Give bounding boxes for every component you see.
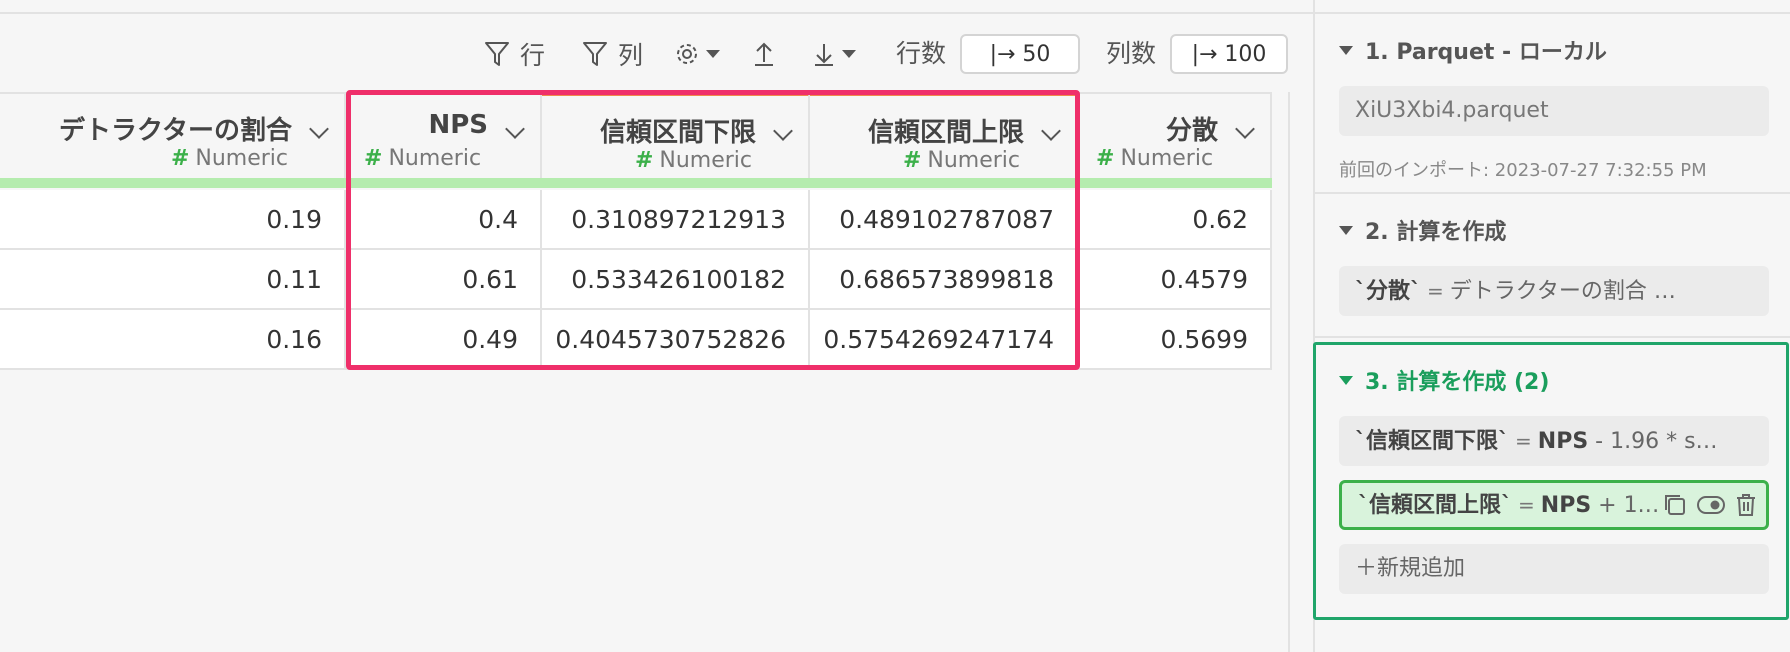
grid-toolbar: 行 列 行数 |→ 50 列数 |→ 100 (0, 30, 1313, 76)
divider (1315, 336, 1790, 338)
settings-menu-button[interactable] (674, 34, 720, 74)
caret-down-icon (706, 50, 720, 58)
chevron-down-icon[interactable] (773, 121, 793, 141)
table-cell[interactable]: 0.489102787087 (810, 190, 1078, 250)
caret-down-icon (1339, 45, 1353, 55)
chevron-down-icon[interactable] (309, 119, 329, 139)
step-1-file-field[interactable]: XiU3Xbi4.parquet (1339, 86, 1769, 136)
column-title: 分散 (1165, 116, 1218, 146)
caret-down-icon (842, 50, 856, 58)
top-divider (0, 12, 1313, 14)
column-filter-label: 列 (618, 41, 644, 70)
numeric-type-icon: # (364, 146, 383, 171)
table-cell[interactable]: 0.4045730752826 (542, 310, 810, 370)
row-count-input[interactable]: |→ 50 (960, 34, 1080, 74)
table-cell[interactable]: 0.4 (346, 190, 542, 250)
grid-edge (1288, 92, 1290, 652)
table-cell[interactable]: 0.49 (346, 310, 542, 370)
data-grid-area: 行 列 行数 |→ 50 列数 |→ 100 デトラクターの割合 # Numer… (0, 0, 1313, 652)
column-type: # Numeric (902, 148, 1020, 173)
column-type: # Numeric (1096, 146, 1214, 171)
filter-icon (485, 42, 509, 66)
caret-down-icon (1339, 225, 1353, 235)
column-title: 信頼区間下限 (599, 118, 756, 148)
chevron-down-icon[interactable] (505, 119, 525, 139)
column-count-input[interactable]: |→ 100 (1170, 34, 1288, 74)
divider (1315, 12, 1790, 14)
column-quality-bar (1078, 178, 1272, 188)
numeric-type-icon: # (634, 148, 654, 173)
table-cell[interactable]: 0.19 (0, 190, 346, 250)
column-title: NPS (428, 110, 488, 140)
table-cell[interactable]: 0.62 (1078, 190, 1272, 250)
download-menu-button[interactable] (812, 34, 856, 74)
filter-icon (583, 42, 607, 66)
column-header[interactable]: NPS # Numeric (346, 92, 542, 178)
column-count-label: 列数 (1106, 39, 1157, 68)
chevron-down-icon[interactable] (1235, 119, 1255, 139)
divider (1315, 192, 1790, 194)
numeric-type-icon: # (1096, 146, 1115, 171)
table-cell[interactable]: 0.310897212913 (542, 190, 810, 250)
step-2-calc-item[interactable]: `分散` = デトラクターの割合 … (1339, 266, 1769, 316)
step-1-import-time: 前回のインポート: 2023-07-27 7:32:55 PM (1339, 160, 1707, 181)
table-cell[interactable]: 0.11 (0, 250, 346, 310)
table-cell[interactable]: 0.16 (0, 310, 346, 370)
table-cell[interactable]: 0.533426100182 (542, 250, 810, 310)
step-1-title[interactable]: 1. Parquet - ローカル (1339, 34, 1607, 66)
column-header[interactable]: 信頼区間上限 # Numeric (810, 92, 1078, 178)
gear-icon (677, 44, 697, 64)
row-filter-button[interactable]: 行 (484, 34, 545, 74)
table-cell[interactable]: 0.5699 (1078, 310, 1272, 370)
numeric-type-icon: # (170, 146, 190, 171)
chevron-down-icon[interactable] (1041, 121, 1061, 141)
column-header[interactable]: デトラクターの割合 # Numeric (0, 92, 346, 178)
column-header[interactable]: 分散 # Numeric (1078, 92, 1272, 178)
step-2-title[interactable]: 2. 計算を作成 (1339, 214, 1506, 246)
table-cell[interactable]: 0.61 (346, 250, 542, 310)
table-cell[interactable]: 0.5754269247174 (810, 310, 1078, 370)
column-header[interactable]: 信頼区間下限 # Numeric (542, 92, 810, 178)
row-filter-label: 行 (520, 41, 546, 70)
table-cell[interactable]: 0.686573899818 (810, 250, 1078, 310)
row-count-label: 行数 (896, 39, 947, 68)
column-quality-bar (346, 178, 542, 188)
column-type: # Numeric (364, 146, 482, 171)
table-cell[interactable]: 0.4579 (1078, 250, 1272, 310)
column-filter-button[interactable]: 列 (582, 34, 643, 74)
column-quality-bar (542, 178, 810, 188)
column-quality-bar (810, 178, 1078, 188)
column-type: # Numeric (170, 146, 288, 171)
upload-button[interactable] (752, 34, 776, 74)
column-title: 信頼区間上限 (867, 118, 1024, 148)
column-quality-bar (0, 178, 346, 188)
numeric-type-icon: # (902, 148, 922, 173)
column-title: デトラクターの割合 (59, 116, 292, 146)
column-type: # Numeric (634, 148, 752, 173)
step-3-highlight-box (1313, 342, 1789, 620)
upload-icon (755, 42, 773, 66)
download-icon (815, 44, 833, 66)
